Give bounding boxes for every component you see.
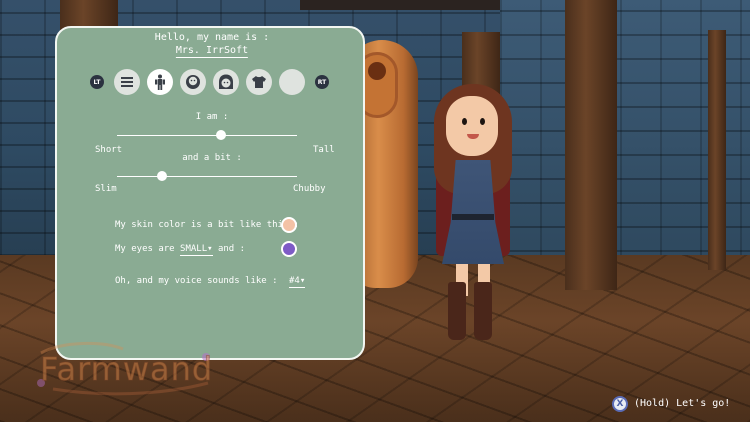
wooden-beam — [565, 0, 617, 290]
lets-go-hint[interactable]: (Hold) Let's go! — [634, 398, 730, 409]
height-label: I am : — [195, 112, 229, 122]
build-slider-track[interactable] — [117, 176, 297, 177]
tab-clothes[interactable] — [246, 69, 272, 95]
tab-menu[interactable] — [114, 69, 140, 95]
eye-size-dropdown[interactable]: SMALL▾ — [180, 244, 213, 256]
character-creation-panel: Hello, my name is : Mrs. IrrSoft LT RT I… — [55, 26, 365, 360]
tab-body[interactable] — [147, 69, 173, 95]
eyes-prefix-label: My eyes are — [115, 244, 175, 254]
wooden-doll-eye — [368, 62, 386, 80]
build-slider-knob[interactable] — [157, 171, 167, 181]
build-max-label: Chubby — [293, 184, 326, 194]
logo-text: Farmwand — [39, 350, 214, 389]
beard-face-icon — [186, 75, 200, 89]
height-min-label: Short — [95, 145, 123, 155]
eyes-label-row: My eyes are SMALL▾ and : — [115, 244, 246, 256]
character-boot — [474, 282, 492, 340]
wooden-beam — [708, 30, 726, 270]
character-eye — [462, 118, 467, 125]
shirt-icon — [252, 76, 266, 88]
build-min-label: Slim — [95, 184, 117, 194]
height-slider-track[interactable] — [117, 135, 297, 136]
height-slider-knob[interactable] — [216, 130, 227, 140]
character-eye — [480, 118, 485, 125]
right-trigger-icon[interactable]: RT — [315, 75, 329, 89]
voice-row: Oh, and my voice sounds like : #4▾ — [115, 276, 306, 288]
left-trigger-icon[interactable]: LT — [90, 75, 104, 89]
greeting-label: Hello, my name is : — [154, 32, 270, 43]
character-belt — [452, 214, 494, 220]
skin-color-label: My skin color is a bit like this : — [115, 220, 300, 230]
voice-dropdown[interactable]: #4▾ — [288, 276, 306, 288]
body-icon — [155, 74, 165, 90]
tab-hair[interactable] — [213, 69, 239, 95]
character-boot — [448, 282, 466, 340]
menu-lines-icon — [121, 77, 133, 87]
voice-label: Oh, and my voice sounds like : — [115, 276, 278, 286]
name-field[interactable]: Mrs. IrrSoft — [175, 45, 249, 58]
eyes-suffix-label: and : — [217, 244, 246, 254]
ceiling-beam — [300, 0, 500, 10]
build-label: and a bit : — [182, 153, 242, 163]
eye-color-swatch[interactable] — [281, 241, 297, 257]
character-face — [446, 96, 498, 156]
hair-face-icon — [219, 74, 233, 89]
tab-face[interactable] — [180, 69, 206, 95]
tab-blank[interactable] — [279, 69, 305, 95]
skin-color-swatch[interactable] — [281, 217, 297, 233]
x-button-icon[interactable]: X — [612, 396, 628, 412]
height-max-label: Tall — [313, 145, 335, 155]
